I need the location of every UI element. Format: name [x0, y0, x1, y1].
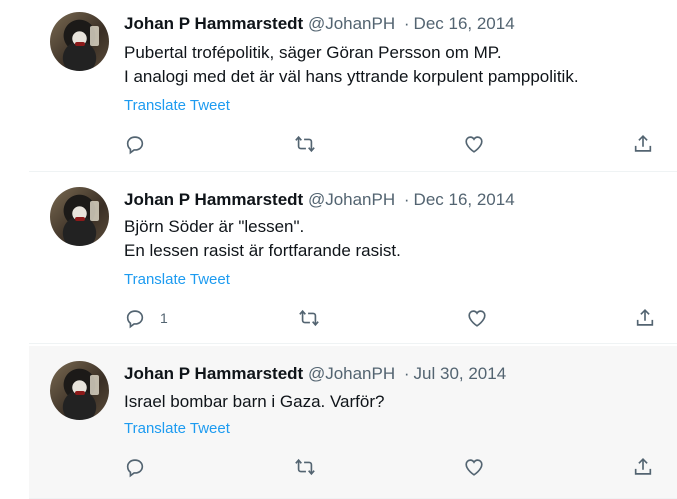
tweet-text: Pubertal trofépolitik, säger Göran Perss…: [124, 41, 579, 89]
separator: ·: [403, 364, 410, 383]
tweet[interactable]: Johan P Hammarstedt @JohanPH · Dec 16, 20…: [29, 172, 677, 344]
author-handle[interactable]: @JohanPH: [308, 364, 395, 383]
reply-icon: [126, 136, 144, 155]
retweet-icon: [299, 309, 319, 327]
author-name[interactable]: Johan P Hammarstedt: [124, 190, 303, 209]
separator: ·: [403, 190, 410, 209]
author-name[interactable]: Johan P Hammarstedt: [124, 364, 303, 383]
tweet-header: Johan P Hammarstedt @JohanPH · Jul 30, 20…: [124, 363, 506, 385]
tweet-date[interactable]: Dec 16, 2014: [414, 190, 515, 209]
share-icon: [636, 309, 654, 326]
avatar[interactable]: [50, 361, 109, 420]
like-icon: [465, 459, 483, 476]
like-button[interactable]: [463, 455, 485, 479]
avatar[interactable]: [50, 12, 109, 71]
tweet-date[interactable]: Jul 30, 2014: [414, 364, 507, 383]
tweet[interactable]: Johan P Hammarstedt @JohanPH · Jul 30, 20…: [29, 346, 677, 499]
share-button[interactable]: [632, 132, 654, 156]
share-icon: [634, 458, 652, 475]
tweet-text-line: En lessen rasist är fortfarande rasist.: [124, 241, 401, 260]
translate-tweet-link[interactable]: Translate Tweet: [124, 271, 230, 288]
share-button[interactable]: [632, 455, 654, 479]
tweet-text: Björn Söder är "lessen". En lessen rasis…: [124, 215, 401, 263]
tweet-header: Johan P Hammarstedt @JohanPH · Dec 16, 20…: [124, 189, 515, 211]
tweet-actions: 1: [124, 306, 664, 330]
tweet-text-line: Björn Söder är "lessen".: [124, 217, 305, 236]
tweet-actions: [124, 132, 664, 156]
reply-button[interactable]: [124, 132, 160, 156]
tweet-text-line: I analogi med det är väl hans yttrande k…: [124, 67, 579, 86]
separator: ·: [403, 14, 410, 33]
tweet-text: Israel bombar barn i Gaza. Varför?: [124, 390, 384, 414]
translate-tweet-link[interactable]: Translate Tweet: [124, 420, 230, 437]
like-icon: [468, 310, 486, 327]
share-button[interactable]: [634, 306, 656, 330]
like-button[interactable]: [466, 306, 488, 330]
like-button[interactable]: [463, 132, 485, 156]
like-icon: [465, 136, 483, 153]
author-handle[interactable]: @JohanPH: [308, 190, 395, 209]
reply-button[interactable]: [124, 455, 160, 479]
retweet-button[interactable]: [294, 132, 316, 156]
tweet-header: Johan P Hammarstedt @JohanPH · Dec 16, 20…: [124, 13, 515, 35]
translate-tweet-link[interactable]: Translate Tweet: [124, 97, 230, 114]
tweet-actions: [124, 455, 664, 479]
tweet-text-line: Israel bombar barn i Gaza. Varför?: [124, 392, 385, 411]
share-icon: [634, 135, 652, 152]
reply-count: 1: [160, 310, 168, 326]
tweet-text-line: Pubertal trofépolitik, säger Göran Perss…: [124, 43, 502, 62]
tweet-feed: Johan P Hammarstedt @JohanPH · Dec 16, 20…: [0, 0, 677, 499]
reply-icon: [126, 310, 144, 329]
tweet[interactable]: Johan P Hammarstedt @JohanPH · Dec 16, 20…: [29, 0, 677, 172]
retweet-button[interactable]: [298, 306, 320, 330]
reply-icon: [126, 459, 144, 478]
retweet-icon: [295, 135, 315, 153]
author-name[interactable]: Johan P Hammarstedt: [124, 14, 303, 33]
avatar[interactable]: [50, 187, 109, 246]
retweet-icon: [295, 458, 315, 476]
tweet-date[interactable]: Dec 16, 2014: [414, 14, 515, 33]
author-handle[interactable]: @JohanPH: [308, 14, 395, 33]
retweet-button[interactable]: [294, 455, 316, 479]
reply-button[interactable]: 1: [124, 306, 168, 330]
